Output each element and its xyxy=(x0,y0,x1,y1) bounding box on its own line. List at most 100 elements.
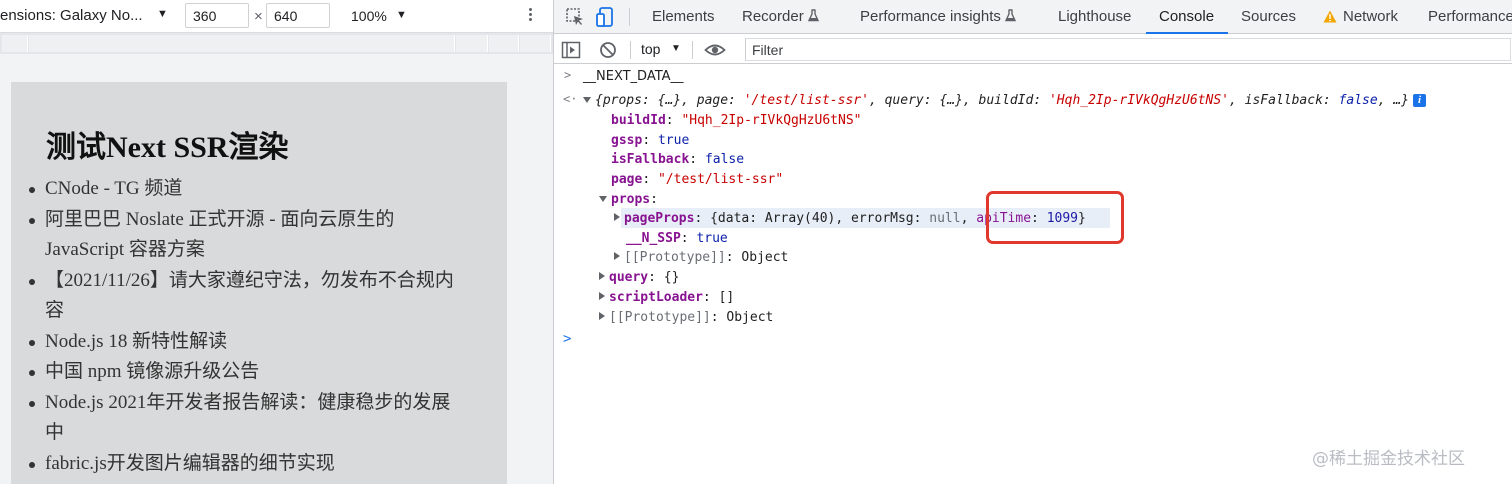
property-value: null xyxy=(929,211,961,226)
device-emulation-pane: ensions: Galaxy No... ▼ 360 × 640 100% ▼… xyxy=(0,0,553,484)
tab-lighthouse[interactable]: Lighthouse xyxy=(1058,0,1131,34)
property-key: page xyxy=(611,172,643,187)
sidebar-toggle-icon[interactable] xyxy=(561,40,581,60)
device-toolbar: ensions: Galaxy No... ▼ 360 × 640 100% ▼ xyxy=(0,0,553,33)
context-dropdown-arrow-icon[interactable]: ▼ xyxy=(671,43,681,54)
collapse-arrow-icon[interactable] xyxy=(599,272,605,280)
clear-console-icon[interactable] xyxy=(598,40,618,60)
console-output: > __NEXT_DATA__ <· {props: {…}, page: '/… xyxy=(554,65,1512,484)
toolbar-separator xyxy=(630,41,631,59)
property-key: [[Prototype]] xyxy=(624,250,726,265)
property-row[interactable]: query: {} xyxy=(599,268,679,288)
property-key: __N_SSP xyxy=(626,231,681,246)
annotation-highlight-box xyxy=(986,191,1124,244)
page-title: 测试Next SSR渲染 xyxy=(46,131,289,164)
list-item[interactable]: fabric.js开发图片编辑器的细节实现 xyxy=(27,449,467,480)
property-value: true xyxy=(657,133,690,148)
device-dimensions-select[interactable]: ensions: Galaxy No... xyxy=(0,7,143,24)
list-item[interactable]: Node.js 18 新特性解读 xyxy=(27,327,467,358)
summary-page-value: '/test/list-ssr' xyxy=(743,93,869,108)
tab-performance-insights[interactable]: Performance insights xyxy=(860,0,1016,34)
flask-icon xyxy=(1004,9,1016,22)
collapse-arrow-icon[interactable] xyxy=(599,312,605,320)
property-key: [[Prototype]] xyxy=(609,310,711,325)
inspect-element-icon[interactable] xyxy=(564,6,586,28)
list-item[interactable]: 阿里巴巴 Noslate 正式开源 - 面向云原生的JavaScript 容器方… xyxy=(27,205,467,266)
flask-icon xyxy=(807,9,819,22)
expand-arrow-icon[interactable] xyxy=(583,97,591,103)
live-expression-eye-icon[interactable] xyxy=(704,40,726,60)
tab-network[interactable]: Network xyxy=(1323,0,1398,34)
device-toggle-icon[interactable] xyxy=(595,6,617,28)
summary-text: {props: {…}, page: xyxy=(595,93,744,108)
property-value: true xyxy=(696,231,728,246)
tab-label: Network xyxy=(1343,8,1399,25)
property-key: buildId xyxy=(611,113,666,128)
device-height-input[interactable]: 640 xyxy=(266,3,330,28)
list-item[interactable]: 【2021/11/26】请大家遵纪守法，勿发布不合规内容 xyxy=(27,266,467,327)
property-value: , errorMsg: xyxy=(835,211,930,226)
tab-elements[interactable]: Elements xyxy=(652,0,715,34)
context-select[interactable]: top xyxy=(641,41,660,57)
list-item[interactable]: CNode - TG 频道 xyxy=(27,174,467,205)
input-chevron-icon: > xyxy=(564,68,572,82)
news-list: CNode - TG 频道 阿里巴巴 Noslate 正式开源 - 面向云原生的… xyxy=(27,174,467,479)
list-item[interactable]: Node.js 2021年开发者报告解读：健康稳步的发展中 xyxy=(27,388,467,449)
property-row[interactable]: scriptLoader: [] xyxy=(599,288,734,308)
property-row[interactable]: page: "/test/list-ssr" xyxy=(611,170,783,190)
property-key: isFallback xyxy=(611,152,690,167)
property-value: "/test/list-ssr" xyxy=(657,172,784,187)
expand-arrow-icon[interactable] xyxy=(599,196,607,202)
property-row[interactable]: gssp: true xyxy=(611,131,689,151)
dimension-separator: × xyxy=(254,8,263,25)
property-value: [] xyxy=(718,290,735,305)
object-summary[interactable]: {props: {…}, page: '/test/list-ssr', que… xyxy=(583,91,1427,111)
console-toolbar: top ▼ xyxy=(554,35,1512,64)
devtools-panel: Elements Recorder Performance insights L… xyxy=(554,0,1512,484)
summary-fallback-value: false xyxy=(1338,93,1378,108)
summary-text: , isFallback: xyxy=(1228,93,1339,108)
summary-text: , …} xyxy=(1377,93,1410,108)
property-row[interactable]: isFallback: false xyxy=(611,150,744,170)
property-row[interactable]: props: xyxy=(599,190,658,210)
warning-icon xyxy=(1323,10,1337,23)
list-item[interactable]: 中国 npm 镜像源升级公告 xyxy=(27,357,467,388)
property-row[interactable]: __N_SSP: true xyxy=(626,229,728,249)
toolbar-separator xyxy=(629,8,630,26)
property-row[interactable]: [[Prototype]]: Object xyxy=(599,308,773,328)
filter-input[interactable] xyxy=(745,38,1511,61)
tab-console[interactable]: Console xyxy=(1146,0,1228,34)
tab-recorder[interactable]: Recorder xyxy=(742,0,819,34)
console-prompt-icon[interactable]: > xyxy=(563,331,571,347)
result-chevron-icon: <· xyxy=(563,92,578,106)
property-value: {data: xyxy=(710,211,765,226)
tab-performance[interactable]: Performance xyxy=(1428,0,1512,34)
media-query-ruler[interactable] xyxy=(0,33,553,54)
zoom-select[interactable]: 100% xyxy=(351,8,387,24)
property-value: Array(40) xyxy=(764,211,836,226)
more-options-icon[interactable] xyxy=(525,6,535,26)
property-key: pageProps xyxy=(624,211,695,226)
tab-label: Recorder xyxy=(742,8,804,25)
dropdown-arrow-icon[interactable]: ▼ xyxy=(157,8,168,20)
collapse-arrow-icon[interactable] xyxy=(614,252,620,260)
property-value: Object xyxy=(741,250,789,265)
toolbar-separator xyxy=(692,41,693,59)
summary-text: , query: {…}, buildId: xyxy=(868,93,1049,108)
device-width-input[interactable]: 360 xyxy=(185,3,249,28)
property-row[interactable]: [[Prototype]]: Object xyxy=(614,248,788,268)
collapse-arrow-icon[interactable] xyxy=(599,292,605,300)
info-icon[interactable]: i xyxy=(1413,94,1427,107)
property-row[interactable]: buildId: "Hqh_2Ip-rIVkQgHzU6tNS" xyxy=(611,111,861,131)
property-key: props xyxy=(611,192,651,207)
zoom-dropdown-arrow-icon[interactable]: ▼ xyxy=(396,9,407,21)
collapse-arrow-icon[interactable] xyxy=(614,213,620,221)
property-key: gssp xyxy=(611,133,643,148)
console-command: __NEXT_DATA__ xyxy=(583,69,684,84)
watermark: @稀土掘金技术社区 xyxy=(1312,449,1465,469)
tab-sources[interactable]: Sources xyxy=(1241,0,1296,34)
property-value: false xyxy=(704,152,745,167)
property-key: scriptLoader xyxy=(609,290,703,305)
property-value: Object xyxy=(726,310,774,325)
emulated-page: 测试Next SSR渲染 CNode - TG 频道 阿里巴巴 Noslate … xyxy=(11,82,507,484)
